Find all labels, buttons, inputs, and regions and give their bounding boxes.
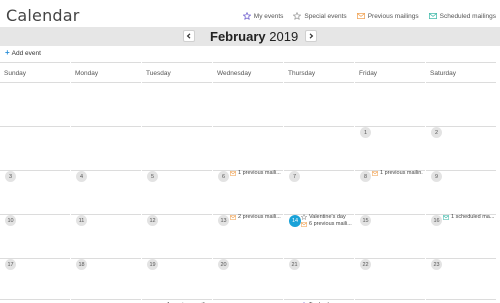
previous-mailing-event[interactable]: 1 previous maili... [230, 170, 281, 176]
event-label: 1 previous maili... [238, 170, 281, 176]
legend-item-previous-mailings[interactable]: Previous mailings [356, 12, 419, 20]
legend-item-my-events[interactable]: My events [242, 12, 284, 20]
day-header-saturday: Saturday [426, 62, 496, 80]
day-cell-4[interactable] [71, 127, 141, 170]
envelope-teal-icon [428, 13, 437, 19]
page-title: Calendar [6, 6, 80, 25]
day-cell-15[interactable] [355, 171, 425, 214]
day-cell-12[interactable] [142, 171, 212, 214]
day-cell-25[interactable] [71, 259, 141, 302]
star-outline-gray-icon [301, 214, 307, 220]
empty-day-cell [355, 259, 425, 302]
legend-label: Special events [304, 12, 347, 20]
previous-mailing-event[interactable]: 1 previous mailin... [372, 170, 423, 176]
legend-label: Scheduled mailings [439, 12, 496, 20]
envelope-orange-icon [356, 13, 365, 19]
envelope-orange-icon [301, 221, 307, 227]
day-cell-2[interactable] [426, 83, 496, 126]
event-label: 1 previous mailin... [380, 170, 423, 176]
day-cell-26[interactable] [142, 259, 212, 302]
day-header-monday: Monday [71, 62, 141, 80]
empty-day-cell [213, 83, 283, 126]
day-header-sunday: Sunday [0, 62, 70, 80]
day-cell-22[interactable] [355, 215, 425, 258]
day-cell-6[interactable] [213, 127, 283, 170]
empty-day-cell [0, 83, 70, 126]
day-cell-19[interactable] [142, 215, 212, 258]
empty-day-cell [426, 259, 496, 302]
year: 2019 [269, 29, 299, 44]
day-cell-27[interactable] [213, 259, 283, 302]
day-cell-14[interactable] [284, 171, 354, 214]
calendar-header: Calendar My events Special events Previous… [0, 0, 500, 28]
previous-mailing-event[interactable]: 2 previous maili... [230, 214, 281, 220]
day-header-wednesday: Wednesday [213, 62, 283, 80]
day-cell-7[interactable] [284, 127, 354, 170]
envelope-orange-icon [230, 170, 236, 176]
envelope-orange-icon [230, 214, 236, 220]
day-header-friday: Friday [355, 62, 425, 80]
chevron-right-icon [309, 33, 314, 39]
star-outline-purple-icon [242, 12, 251, 20]
event-label: Valentine's day [309, 214, 346, 220]
day-cell-11[interactable] [71, 171, 141, 214]
empty-day-cell [71, 83, 141, 126]
add-event-button[interactable]: + Add event [5, 49, 41, 57]
legend-item-scheduled-mailings[interactable]: Scheduled mailings [428, 12, 496, 20]
day-header-thursday: Thursday [284, 62, 354, 80]
day-cell-13[interactable] [213, 171, 283, 214]
envelope-orange-icon [372, 170, 378, 176]
month-navigation-bar: February 2019 [0, 27, 500, 46]
star-outline-gray-icon [293, 12, 302, 20]
event-label: 2 previous maili... [238, 214, 281, 220]
legend-label: My events [253, 12, 284, 20]
day-cell-18[interactable] [71, 215, 141, 258]
day-cell-20[interactable] [213, 215, 283, 258]
day-cell-24[interactable] [0, 259, 70, 302]
day-cell-8[interactable] [355, 127, 425, 170]
prev-month-button[interactable] [183, 30, 195, 42]
day-cell-28[interactable] [284, 259, 354, 302]
chevron-left-icon [186, 33, 191, 39]
day-cell-5[interactable] [142, 127, 212, 170]
day-header-tuesday: Tuesday [142, 62, 212, 80]
event-label: 6 previous maili... [309, 221, 352, 227]
day-cell-23[interactable] [426, 215, 496, 258]
day-cell-16[interactable] [426, 171, 496, 214]
day-cell-3[interactable] [0, 127, 70, 170]
legend: My events Special events Previous mailings… [242, 12, 496, 20]
day-cell-9[interactable] [426, 127, 496, 170]
envelope-teal-icon [443, 214, 449, 220]
day-cell-1[interactable] [355, 83, 425, 126]
plus-icon: + [5, 48, 10, 57]
empty-day-cell [284, 83, 354, 126]
previous-mailing-event[interactable]: 6 previous maili... [301, 221, 352, 227]
legend-label: Previous mailings [367, 12, 419, 20]
special-event-event[interactable]: Valentine's day [301, 214, 352, 220]
empty-day-cell [142, 83, 212, 126]
day-cell-17[interactable] [0, 215, 70, 258]
event-label: 1 scheduled ma... [451, 214, 494, 220]
day-cell-10[interactable] [0, 171, 70, 214]
month-name: February [210, 29, 266, 44]
scheduled-mailing-event[interactable]: 1 scheduled ma... [443, 214, 494, 220]
legend-item-special-events[interactable]: Special events [293, 12, 347, 20]
add-event-label: Add event [11, 49, 41, 57]
month-year-label: February 2019 [210, 29, 298, 44]
next-month-button[interactable] [305, 30, 317, 42]
